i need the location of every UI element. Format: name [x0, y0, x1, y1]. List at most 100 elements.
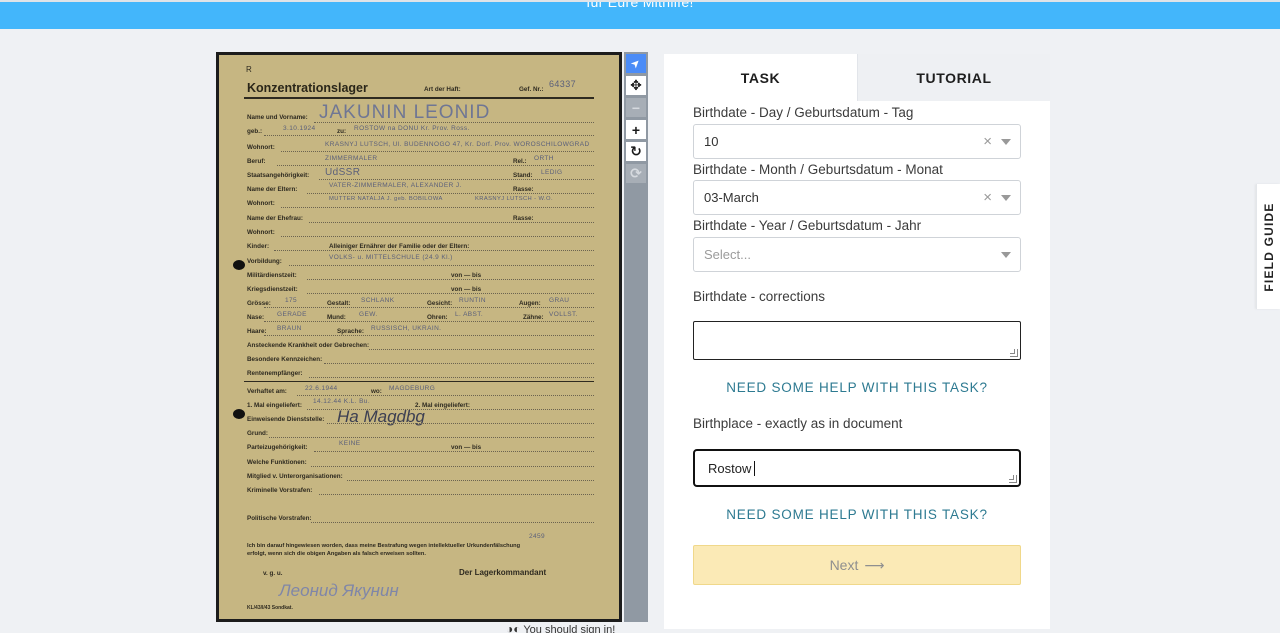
doc-ernaehrer-label: Alleiniger Ernährer der Familie oder der… — [329, 243, 470, 250]
help-link[interactable]: NEED SOME HELP WITH THIS TASK? — [664, 380, 1050, 395]
move-icon: ✥ — [630, 77, 642, 93]
doc-kennzeichen-label: Besondere Kennzeichen: — [247, 356, 323, 363]
rotate-button[interactable]: ↻ — [626, 142, 646, 161]
doc-kriminell-label: Kriminelle Vorstrafen: — [247, 487, 313, 494]
doc-vorbildung-value: VOLKS- u. MITTELSCHULE (24.9 Kl.) — [329, 254, 453, 261]
birthplace-label: Birthplace - exactly as in document — [693, 416, 903, 431]
plus-icon: + — [631, 121, 641, 138]
panel-tabs: TASK TUTORIAL — [664, 54, 1050, 101]
doc-art-der-haft: Art der Haft: — [424, 86, 461, 93]
chevron-down-icon[interactable] — [1001, 139, 1011, 145]
birthplace-field[interactable]: Rostow — [693, 449, 1021, 487]
document-viewer[interactable]: R Konzentrationslager Art der Haft: Gef.… — [216, 52, 622, 622]
rotate-icon: ↻ — [630, 143, 642, 159]
punch-hole — [233, 260, 245, 270]
doc-geb-value: 3.10.1924 — [283, 125, 316, 132]
doc-partei-von-bis: von — bis — [451, 444, 482, 451]
theme-toggle-icon[interactable]: ◑◐ — [506, 622, 521, 633]
doc-zaehne-label: Zähne: — [523, 314, 544, 321]
doc-signature: Леонид Якунин — [279, 581, 399, 600]
tab-tutorial[interactable]: TUTORIAL — [857, 54, 1050, 101]
doc-politisch-label: Politische Vorstrafen: — [247, 515, 312, 522]
birthdate-month-select[interactable]: 03-March × — [693, 180, 1021, 215]
doc-militaer-label: Militärdienstzeit: — [247, 272, 297, 279]
pointer-tool-button[interactable]: ➤ — [626, 54, 646, 73]
doc-eltern-wohnort-value: MUTTER NATALJA J. geb. BOBILOWA — [329, 196, 443, 202]
doc-eltern-wohnort-value-2: KRASNYJ LUTSCH - W.O. — [475, 196, 553, 202]
clear-icon[interactable]: × — [983, 133, 992, 150]
doc-haare-label: Haare: — [247, 328, 267, 335]
doc-title: Konzentrationslager — [247, 81, 368, 95]
birthdate-day-label: Birthdate - Day / Geburtsdatum - Tag — [693, 105, 914, 120]
birthdate-day-value: 10 — [704, 134, 719, 149]
text-cursor — [754, 461, 756, 476]
doc-mund-value: GEW. — [359, 311, 378, 318]
doc-ohren-label: Ohren: — [427, 314, 448, 321]
pan-tool-button[interactable]: ✥ — [626, 76, 646, 95]
birthdate-year-select[interactable]: Select... — [693, 237, 1021, 272]
doc-verhaftet-label: Verhaftet am: — [247, 388, 287, 395]
clear-icon[interactable]: × — [983, 189, 992, 206]
reset-button[interactable]: ⟳ — [626, 164, 646, 183]
minus-icon: − — [631, 99, 641, 116]
doc-mal1-label: 1. Mal eingeliefert: — [247, 402, 302, 409]
resize-handle[interactable] — [1009, 475, 1017, 483]
doc-dienststelle-label: Einweisende Dienststelle: — [247, 416, 325, 423]
chevron-down-icon[interactable] — [1001, 252, 1011, 258]
doc-wo-label: wo: — [371, 388, 382, 395]
doc-gestalt-value: SCHLANK — [361, 297, 395, 304]
chevron-down-icon[interactable] — [1001, 195, 1011, 201]
doc-grund-label: Grund: — [247, 430, 268, 437]
doc-beruf-value: ZIMMERMALER — [325, 155, 378, 162]
birthdate-day-select[interactable]: 10 × — [693, 124, 1021, 159]
birthdate-year-placeholder: Select... — [704, 247, 751, 262]
doc-gesicht-label: Gesicht: — [427, 300, 453, 307]
doc-groesse-value: 175 — [285, 297, 298, 304]
sign-in-text[interactable]: You should sign in! — [523, 624, 615, 633]
document-image[interactable]: R Konzentrationslager Art der Haft: Gef.… — [219, 55, 619, 619]
birthdate-month-label: Birthdate - Month / Geburtsdatum - Monat — [693, 162, 943, 177]
doc-mal1-value: 14.12.44 K.L. Bu. — [313, 398, 371, 405]
doc-wo-value: MAGDEBURG — [389, 385, 436, 392]
zoom-in-button[interactable]: + — [626, 120, 646, 139]
doc-eltern-label: Name der Eltern: — [247, 186, 298, 193]
doc-krieg-label: Kriegsdienstzeit: — [247, 286, 298, 293]
pointer-icon: ➤ — [628, 56, 644, 72]
doc-rasse-label: Rasse: — [513, 186, 534, 193]
refresh-icon: ⟳ — [630, 165, 642, 181]
doc-nase-value: GERADE — [277, 311, 307, 318]
doc-gef-nr-label: Gef. Nr.: — [519, 86, 544, 93]
doc-krieg-von-bis: von — bis — [451, 286, 482, 293]
doc-ehefrau-rasse-label: Rasse: — [513, 215, 534, 222]
doc-mund-label: Mund: — [327, 314, 346, 321]
doc-zaehne-value: VOLLST. — [549, 311, 578, 318]
birthdate-corrections-field[interactable] — [693, 321, 1021, 360]
banner-text: für Eure Mithilfe! — [586, 0, 694, 10]
doc-staat-label: Staatsangehörigkeit: — [247, 172, 310, 179]
doc-renten-label: Rentenempfänger: — [247, 370, 303, 377]
doc-rel-label: Rel.: — [513, 158, 527, 165]
task-panel: TASK TUTORIAL Birthdate - Day / Geburtsd… — [664, 54, 1050, 629]
doc-geb-in-value: ROSTOW na DONU Kr. Prov. Ross. — [354, 125, 470, 132]
doc-geb-label: geb.: — [247, 128, 263, 135]
doc-gestalt-label: Gestalt: — [327, 300, 351, 307]
doc-sprache-value: RUSSISCH, UKRAIN. — [371, 325, 442, 332]
next-button[interactable]: Next ⟶ — [693, 545, 1021, 585]
zoom-out-button[interactable]: − — [626, 98, 646, 117]
birthdate-year-label: Birthdate - Year / Geburtsdatum - Jahr — [693, 218, 922, 233]
birthdate-month-value: 03-March — [704, 190, 759, 205]
help-link-2[interactable]: NEED SOME HELP WITH THIS TASK? — [664, 507, 1050, 522]
field-guide-tab[interactable]: FIELD GUIDE — [1256, 184, 1280, 309]
doc-funktionen-label: Welche Funktionen: — [247, 459, 307, 466]
doc-beruf-label: Beruf: — [247, 158, 266, 165]
doc-augen-value: GRAU — [549, 297, 570, 304]
punch-hole-2 — [233, 409, 245, 419]
doc-partei-value: KEINE — [339, 440, 361, 447]
resize-handle[interactable] — [1010, 349, 1018, 357]
doc-groesse-label: Grösse: — [247, 300, 271, 307]
doc-vorbildung-label: Vorbildung: — [247, 258, 282, 265]
doc-name-label: Name und Vorname: — [247, 114, 308, 121]
viewer-toolbar: ➤ ✥ − + ↻ ⟳ — [624, 52, 648, 622]
doc-augen-label: Augen: — [519, 300, 541, 307]
tab-task[interactable]: TASK — [664, 54, 857, 101]
